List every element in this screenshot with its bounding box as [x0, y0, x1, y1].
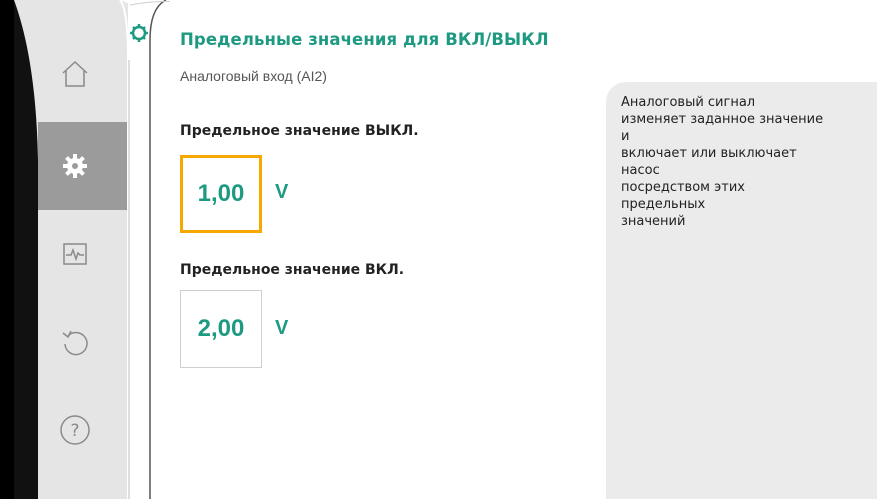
nav-diagnostics[interactable] [40, 224, 110, 284]
limit-off-unit: V [275, 181, 289, 203]
nav-settings[interactable] [40, 136, 110, 196]
limit-on-label: Предельное значение ВКЛ. [180, 262, 405, 278]
limit-off-value-field[interactable]: 1,00 [180, 155, 262, 233]
help-icon: ? [60, 415, 90, 445]
nav-help[interactable]: ? [40, 400, 110, 460]
nav-home[interactable] [40, 44, 110, 104]
undo-icon [62, 330, 88, 356]
limit-off-value: 1,00 [197, 180, 245, 207]
diagnostics-icon [63, 243, 87, 265]
help-text: Аналоговый сигнал изменяет заданное знач… [621, 95, 824, 229]
help-panel: Аналоговый сигнал изменяет заданное знач… [606, 82, 877, 499]
limit-off-label: Предельное значение ВЫКЛ. [180, 123, 419, 139]
gear-icon [63, 154, 87, 178]
limit-on-unit: V [275, 317, 289, 339]
edit-cursor [254, 211, 259, 216]
limit-on-value: 2,00 [197, 315, 245, 342]
page-subtitle: Аналоговый вход (AI2) [180, 68, 327, 84]
nav-undo[interactable] [40, 312, 110, 372]
home-icon [62, 60, 88, 87]
breadcrumb-gear-icon [130, 24, 148, 42]
svg-text:?: ? [70, 421, 79, 441]
limit-on-value-field[interactable]: 2,00 [180, 290, 262, 368]
page-title: Предельные значения для ВКЛ/ВЫКЛ [180, 30, 549, 49]
